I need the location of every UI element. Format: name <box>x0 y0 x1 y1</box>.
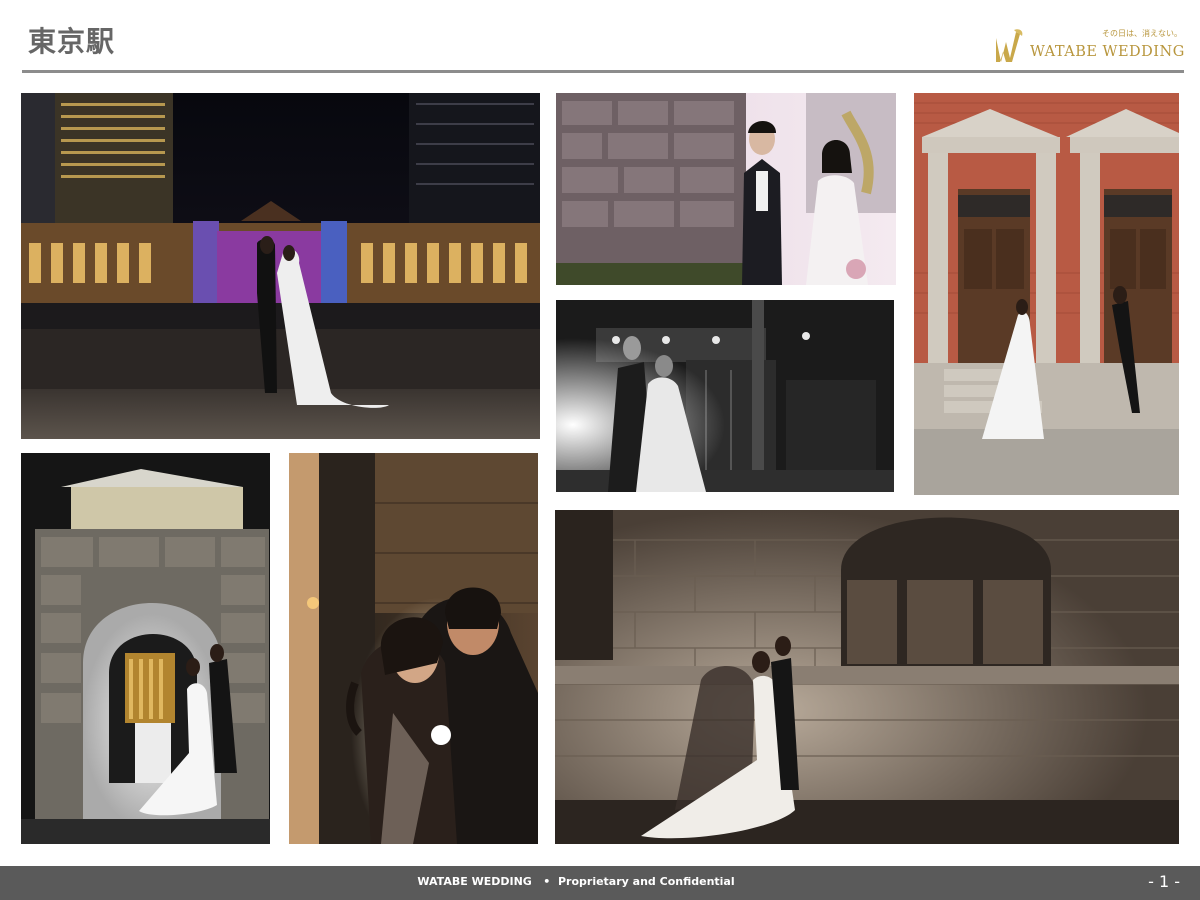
logo-tagline: その日は、消えない。 <box>1102 29 1182 38</box>
photo-icon <box>555 510 1179 844</box>
logo-brand-name: WATABE WEDDING <box>1030 44 1185 60</box>
watabe-wedding-logo: その日は、消えない。 WATABE WEDDING <box>992 26 1188 68</box>
footer-confidential-text: WATABE WEDDING • Proprietary and Confide… <box>417 875 735 888</box>
photo-stone-wall-couple <box>556 93 896 285</box>
page-number: - 1 - <box>1148 872 1180 891</box>
photo-icon <box>21 453 270 844</box>
photo-station-night-couple <box>21 93 540 439</box>
photo-icon <box>289 453 538 844</box>
photo-icon <box>21 93 540 439</box>
photo-wall-shadow-couple <box>555 510 1179 844</box>
photo-doorway-couple <box>914 93 1179 495</box>
photo-icon <box>914 93 1179 495</box>
header-divider <box>22 70 1184 73</box>
slide-page: 東京駅 その日は、消えない。 WATABE WEDDING WATABE WED… <box>0 0 1200 900</box>
photo-embrace-closeup <box>289 453 538 844</box>
page-title: 東京駅 <box>28 25 116 58</box>
photo-icon <box>556 300 894 492</box>
logo-mark-icon <box>996 29 1023 62</box>
photo-icon <box>556 93 896 285</box>
photo-bw-entrance-couple <box>556 300 894 492</box>
footer-bar: WATABE WEDDING • Proprietary and Confide… <box>0 866 1200 900</box>
photo-gate-night-couple <box>21 453 270 844</box>
